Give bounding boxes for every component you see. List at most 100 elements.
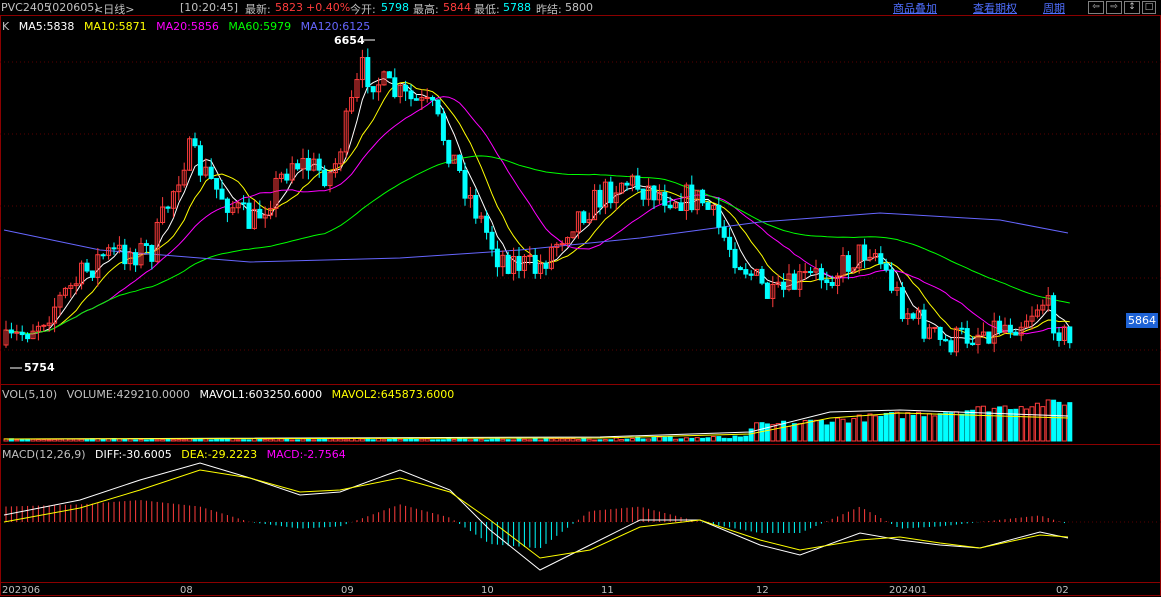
prev-close-value: 5800 [565,1,593,14]
volume-bar [57,438,63,442]
volume-bar [154,439,160,442]
volume-bar [511,439,517,442]
candle-body [133,252,139,266]
volume-bar [743,435,749,442]
volume-bar [889,412,895,442]
expand-icon[interactable]: ↕ [1124,1,1140,14]
volume-bar [160,439,166,442]
volume-bar [116,438,122,442]
dea-line [3,469,1069,559]
candle-body [89,270,95,278]
ma20-legend: MA20:5856 [156,20,219,33]
volume-bar [683,437,689,442]
volume-bar [840,418,846,442]
candle-body [440,113,446,141]
candle-body [257,208,263,219]
low-value: 5788 [503,1,531,14]
window-icon[interactable]: □ [1142,1,1156,14]
volume-bar [597,439,603,442]
macd-title: MACD(12,26,9) [2,448,86,461]
date-label: 202401 [889,585,928,596]
volume-bar [208,439,214,442]
nav-left-icon[interactable]: ⇦ [1088,1,1104,14]
open-label: 今开: [350,3,376,16]
volume-legend: VOL(5,10) VOLUME:429210.0000 MAVOL1:6032… [2,388,460,401]
volume-bar [980,405,986,442]
volume-bar [689,437,695,442]
open-value: 5798 [381,1,409,14]
overlay-link[interactable]: 商品叠加 [893,0,937,16]
volume-bar [1045,399,1051,442]
candle-body [111,247,117,250]
volume-bar [122,438,128,442]
volume-bar [478,438,484,442]
candle-body [370,86,376,93]
volume-bar [386,438,392,442]
chart-frame [0,15,1161,596]
volume-bar [554,438,560,442]
mavol2-value: MAVOL2:645873.6000 [331,388,455,401]
date-label: 202306 [2,585,41,596]
volume-bar [494,438,500,442]
candle-body [748,273,754,276]
chart-canvas[interactable] [0,0,1161,597]
volume-bar [1029,406,1035,442]
candle-body [484,215,490,233]
candle-body [246,202,252,229]
volume-bar [867,413,873,442]
volume-bar [716,436,722,442]
mavol1-value: MAVOL1:603250.6000 [199,388,323,401]
volume-bar [52,438,58,442]
volume-bar [613,437,619,442]
date-label: 09 [341,585,354,596]
candle-body [143,243,149,246]
latest-label: 最新: [245,3,271,16]
volume-bar [592,439,598,442]
volume-bar [165,438,171,442]
volume-bar [100,438,106,442]
nav-right-icon[interactable]: ⇨ [1106,1,1122,14]
cycle-link[interactable]: 周期 [1043,0,1065,16]
candle-body [559,243,565,246]
volume-bar [673,438,679,442]
volume-bar [235,439,241,442]
candle-body [214,177,220,190]
volume-bar [284,438,290,442]
view-options-link[interactable]: 查看期权 [973,0,1017,16]
candle-body [716,204,722,228]
volume-bar [959,413,965,442]
volume-bar [392,438,398,442]
candle-body [808,271,814,274]
candle-body [781,281,787,290]
volume-bar [41,439,47,442]
volume-bar [457,438,463,442]
volume-bar [295,439,301,442]
volume-bar [397,438,403,442]
candle-body [943,338,949,342]
volume-bar [851,417,857,442]
volume-bar [737,436,743,442]
volume-bar [305,438,311,442]
volume-bar [678,438,684,442]
candle-body [667,204,673,209]
volume-bar [602,439,608,442]
volume-bar [732,435,738,442]
candle-body [818,268,824,281]
candle-body [149,244,155,262]
volume-bar [30,438,36,442]
volume-bar [68,438,74,442]
ma120-legend: MA120:6125 [300,20,371,33]
prev-close-label: 昨结: [536,3,562,16]
volume-bar [721,437,727,442]
volume-bar [1061,404,1067,442]
volume-bar [808,419,814,442]
candle-body [700,189,706,204]
candle-body [635,175,641,190]
volume-bar [829,421,835,442]
volume-bar [894,411,900,442]
volume-bar [646,438,652,442]
volume-bar [257,438,263,442]
volume-bar [176,439,182,442]
date-label: 12 [756,585,769,596]
candle-body [640,188,646,200]
